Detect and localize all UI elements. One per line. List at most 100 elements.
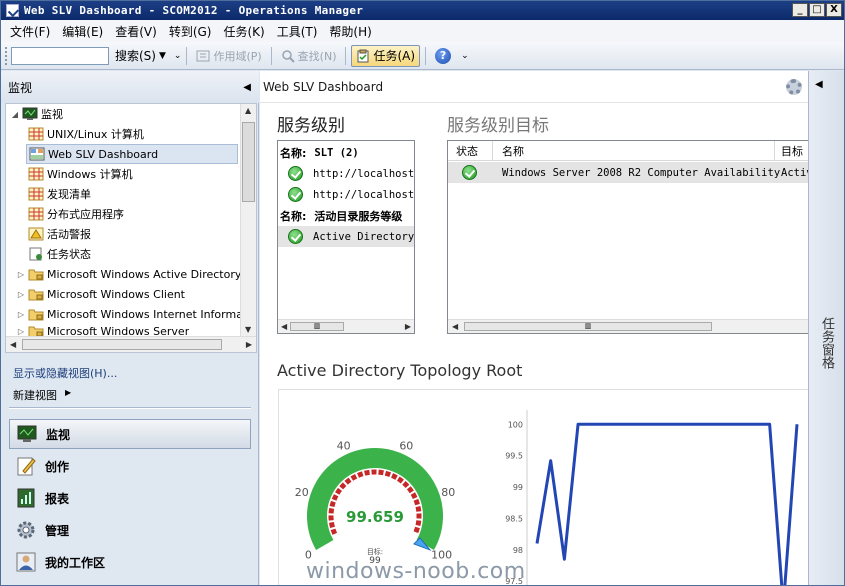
- list-item[interactable]: http://localhost: [278, 184, 414, 205]
- tree-item-unix-linux[interactable]: UNIX/Linux 计算机: [26, 124, 144, 144]
- toolbar-overflow-icon[interactable]: ⌄: [174, 51, 182, 61]
- column-header-target[interactable]: 目标: [781, 143, 803, 159]
- column-divider[interactable]: [492, 141, 493, 161]
- main-window: Web SLV Dashboard - SCOM2012 - Operation…: [0, 0, 845, 586]
- toolbar-overflow-icon[interactable]: ⌄: [461, 51, 469, 61]
- nav-authoring[interactable]: 创作: [9, 451, 251, 481]
- menu-go[interactable]: 转到(G): [163, 23, 218, 40]
- group-name: SLT (2): [314, 146, 359, 159]
- tree-item-monitoring[interactable]: ◢ 监视: [10, 104, 63, 124]
- group-header[interactable]: 名称: 活动目录服务等级: [280, 205, 402, 226]
- gauge-tick-label: 20: [295, 486, 309, 499]
- maximize-button[interactable]: □: [809, 3, 825, 17]
- nav-reporting[interactable]: 报表: [9, 483, 251, 513]
- search-dropdown-icon[interactable]: ▼: [159, 51, 166, 61]
- nav-label: 监视: [46, 427, 71, 442]
- tree-item-task-status[interactable]: 任务状态: [26, 244, 91, 264]
- tree-item-label: Windows 计算机: [47, 168, 133, 181]
- show-hide-views-link[interactable]: 显示或隐藏视图(H)...: [13, 365, 117, 381]
- tree-item-windows-client[interactable]: ▷ Microsoft Windows Client: [16, 284, 185, 304]
- grid-scroll-thumb[interactable]: ▥: [290, 322, 344, 331]
- expand-icon[interactable]: ▷: [16, 290, 26, 299]
- tree-item-distributed-apps[interactable]: 分布式应用程序: [26, 204, 124, 224]
- toolbar-grip-icon[interactable]: [5, 46, 8, 65]
- menu-edit[interactable]: 编辑(E): [56, 23, 109, 40]
- availability-gauge: 02040 608010099.659目标:99: [295, 440, 455, 566]
- tree-item-label: Web SLV Dashboard: [48, 147, 159, 161]
- grid-horizontal-scrollbar[interactable]: ◀ ▥: [448, 319, 808, 333]
- expand-icon[interactable]: ◢: [10, 110, 20, 119]
- scroll-left-icon[interactable]: ◀: [10, 340, 16, 349]
- list-item[interactable]: http://localhost: [278, 163, 414, 184]
- group-header[interactable]: 名称: SLT (2): [280, 142, 359, 163]
- scroll-up-icon[interactable]: ▲: [245, 106, 251, 115]
- expand-icon[interactable]: ▷: [16, 270, 26, 279]
- grid-scroll-thumb[interactable]: ▥: [464, 322, 712, 331]
- gauge-value: 99.659: [346, 508, 404, 526]
- task-pane[interactable]: ◀ 任务窗格: [808, 71, 844, 585]
- column-divider[interactable]: [774, 141, 775, 161]
- tree-hscroll-thumb[interactable]: [22, 339, 222, 350]
- table-row[interactable]: Windows Server 2008 R2 Computer Availabi…: [448, 162, 808, 183]
- scroll-left-icon[interactable]: ◀: [281, 322, 287, 331]
- grid-view-icon: [28, 127, 44, 141]
- tree-item-label: 监视: [41, 108, 63, 121]
- column-header-status[interactable]: 状态: [456, 143, 478, 159]
- grid-view-icon: [28, 207, 44, 221]
- find-label: 查找(N): [297, 49, 337, 63]
- topology-title: Active Directory Topology Root: [277, 361, 523, 380]
- grid-horizontal-scrollbar[interactable]: ◀ ▥ ▶: [278, 319, 414, 333]
- tree-item-windows-computers[interactable]: Windows 计算机: [26, 164, 133, 184]
- tree-horizontal-scrollbar[interactable]: ◀ ▶: [6, 336, 256, 352]
- pane-splitter[interactable]: [9, 407, 251, 409]
- menu-view[interactable]: 查看(V): [109, 23, 163, 40]
- collapse-pane-icon[interactable]: ◀: [243, 82, 251, 93]
- tree-item-active-alerts[interactable]: 活动警报: [26, 224, 91, 244]
- help-icon[interactable]: ?: [435, 47, 452, 64]
- search-button[interactable]: 搜索(S): [115, 47, 156, 64]
- scroll-right-icon[interactable]: ▶: [405, 322, 411, 331]
- tree-item-web-slv-dashboard[interactable]: Web SLV Dashboard: [26, 144, 238, 164]
- search-input[interactable]: [11, 46, 109, 65]
- tree-item-label: 任务状态: [47, 248, 91, 261]
- dashboard-icon: [29, 147, 45, 161]
- tree-item-discovered-inventory[interactable]: 发现清单: [26, 184, 91, 204]
- new-view-link[interactable]: 新建视图: [13, 387, 57, 403]
- find-button[interactable]: 查找(N): [277, 45, 341, 67]
- minimize-button[interactable]: _: [792, 3, 808, 17]
- dashboard-pane: Web SLV Dashboard 服务级别 名称: SLT (2) http:…: [260, 71, 808, 585]
- scroll-down-icon[interactable]: ▼: [245, 325, 251, 334]
- menu-tasks[interactable]: 任务(K): [217, 23, 270, 40]
- menu-help[interactable]: 帮助(H): [323, 23, 377, 40]
- scroll-left-icon[interactable]: ◀: [452, 322, 458, 331]
- column-header-name[interactable]: 名称: [502, 143, 524, 159]
- toolbar-separator: [270, 46, 272, 65]
- navigation-pane-header: 监视 ◀: [1, 71, 259, 103]
- tree-item-ad[interactable]: ▷ Microsoft Windows Active Directory: [16, 264, 241, 284]
- scope-label: 作用域(P): [213, 49, 262, 63]
- menu-file[interactable]: 文件(F): [4, 23, 56, 40]
- dashboard-title: Web SLV Dashboard: [263, 79, 384, 94]
- tree-item-label: Microsoft Windows Active Directory: [47, 267, 242, 281]
- expand-icon[interactable]: ▷: [16, 327, 26, 336]
- tasks-button[interactable]: 任务(A): [351, 44, 421, 67]
- close-button[interactable]: X: [826, 3, 842, 17]
- list-item[interactable]: Active Directory: [278, 226, 414, 247]
- nav-monitoring[interactable]: 监视: [9, 419, 251, 449]
- expand-icon[interactable]: ▷: [16, 310, 26, 319]
- new-view-arrow-icon[interactable]: ▶: [65, 388, 71, 397]
- item-name: http://localhost: [313, 167, 415, 180]
- nav-my-workspace[interactable]: 我的工作区: [9, 547, 251, 577]
- gear-icon[interactable]: [786, 79, 802, 95]
- tree-item-iis[interactable]: ▷ Microsoft Windows Internet Informatio: [16, 304, 256, 324]
- scope-button[interactable]: 作用域(P): [192, 45, 265, 67]
- expand-task-pane-icon[interactable]: ◀: [815, 79, 823, 90]
- scroll-right-icon[interactable]: ▶: [246, 340, 252, 349]
- nav-administration[interactable]: 管理: [9, 515, 251, 545]
- tree-scroll-thumb[interactable]: [242, 122, 255, 202]
- menu-tools[interactable]: 工具(T): [271, 23, 324, 40]
- tree-vertical-scrollbar[interactable]: ▲ ▼: [240, 104, 256, 336]
- gear-icon: [17, 521, 35, 539]
- nav-label: 报表: [45, 491, 70, 506]
- gauge-tick-label: 40: [337, 440, 351, 453]
